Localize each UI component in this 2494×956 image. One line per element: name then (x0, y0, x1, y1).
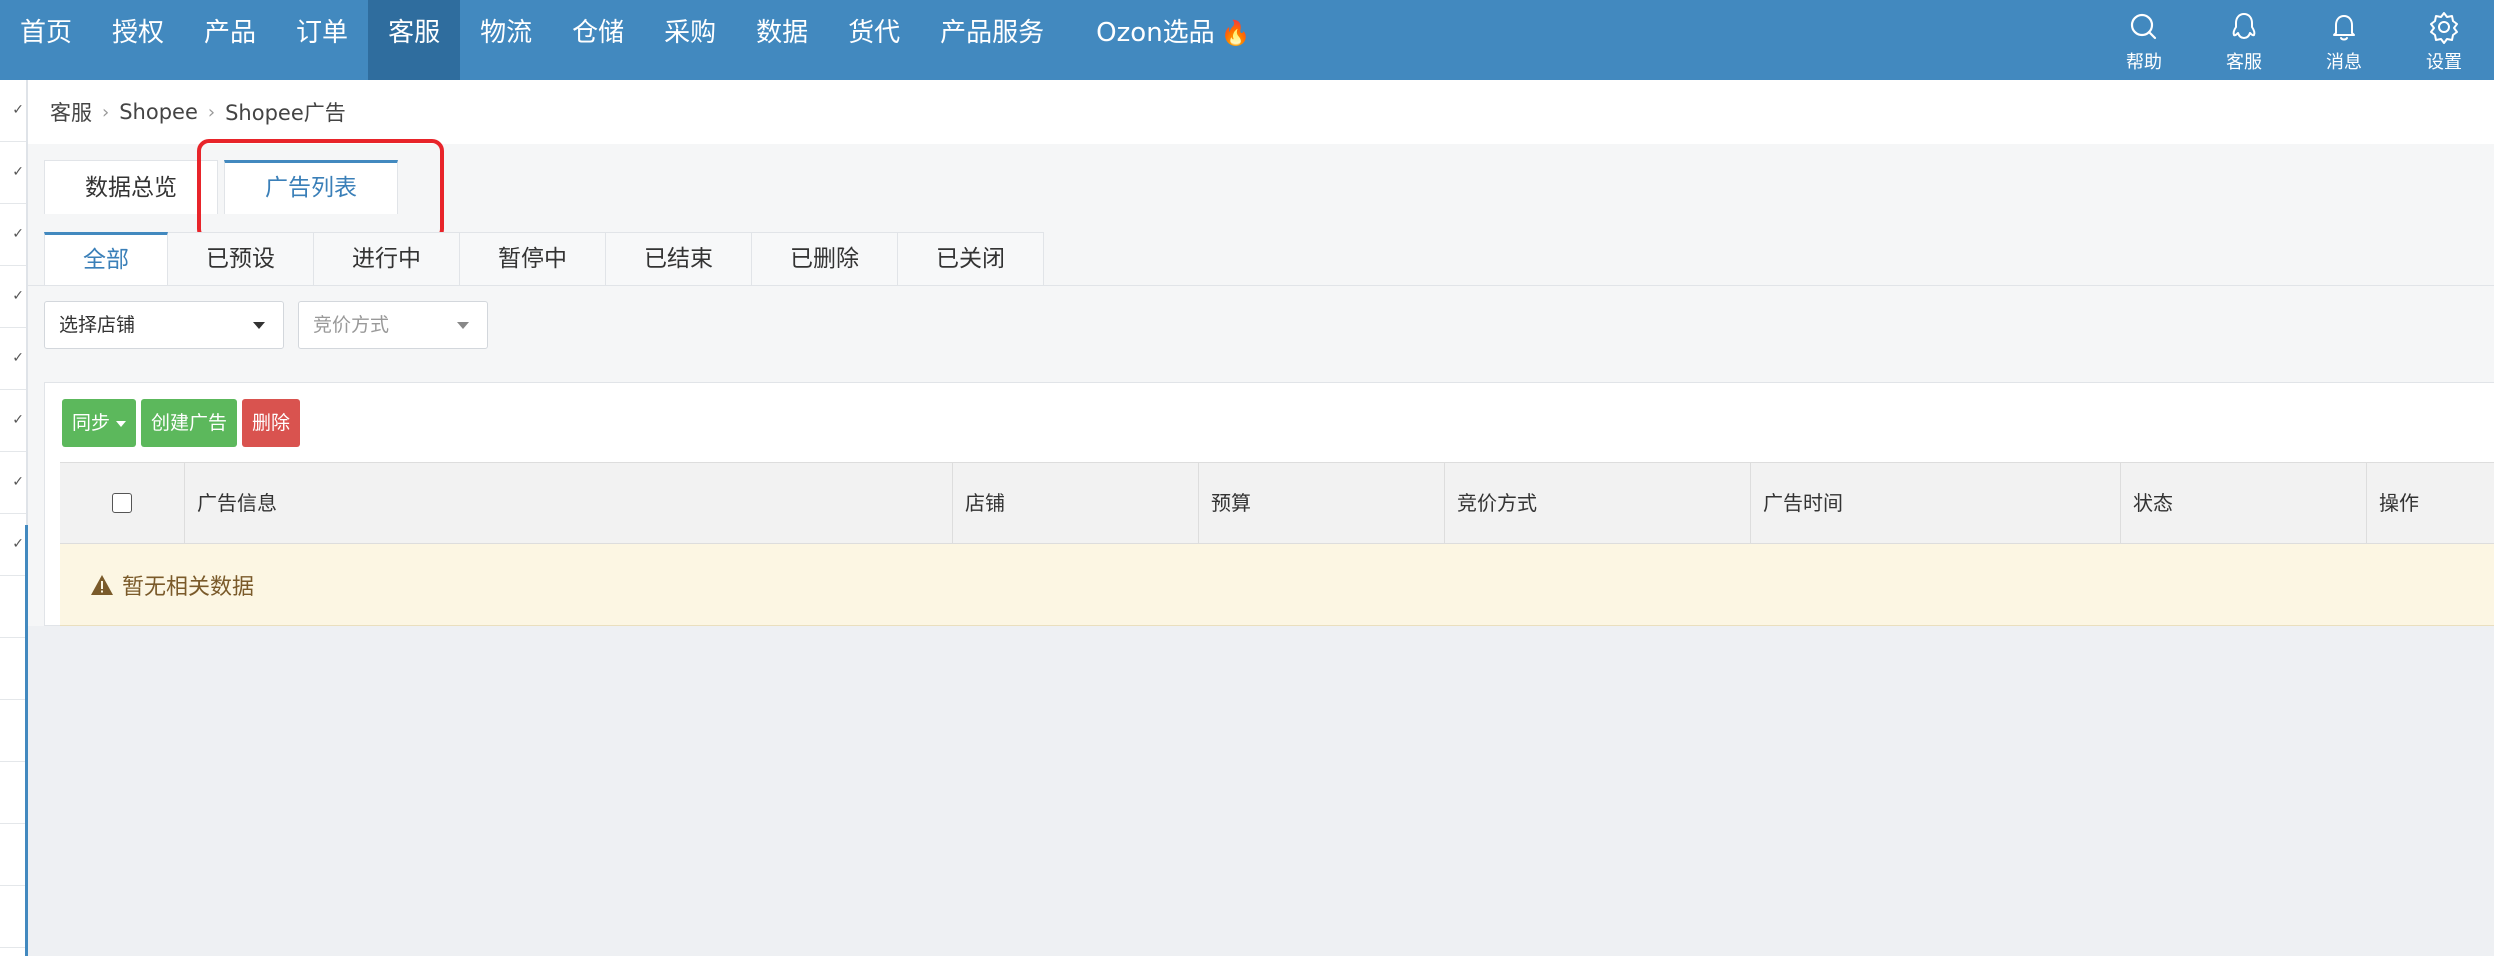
select-all-checkbox[interactable] (112, 493, 132, 513)
search-icon (2130, 13, 2157, 40)
sidebar-row[interactable] (0, 886, 26, 948)
main-menu: 首页 授权 产品 订单 客服 物流 仓储 采购 数据 货代 产品服务 Ozon选… (0, 0, 1271, 80)
nav-item-orders[interactable]: 订单 (276, 0, 368, 80)
top-navbar: 首页 授权 产品 订单 客服 物流 仓储 采购 数据 货代 产品服务 Ozon选… (0, 0, 2494, 80)
settings-button[interactable]: 设置 (2394, 0, 2494, 80)
nav-item-forwarding[interactable]: 货代 (828, 0, 920, 80)
tab-status-ongoing[interactable]: 进行中 (314, 232, 460, 286)
nav-item-auth[interactable]: 授权 (92, 0, 184, 80)
filter-bar: 选择店铺 竞价方式 (44, 301, 488, 349)
sidebar-row[interactable]: ✓ (0, 328, 26, 390)
nav-item-product-services[interactable]: 产品服务 (920, 0, 1064, 80)
sidebar-row[interactable]: ✓ (0, 204, 26, 266)
column-header-status: 状态 (2120, 463, 2366, 543)
sidebar-row[interactable] (0, 638, 26, 700)
chevron-icon: ✓ (12, 350, 24, 366)
tab-status-closed[interactable]: 已关闭 (898, 232, 1044, 286)
gear-icon (2430, 12, 2458, 44)
help-label: 帮助 (2126, 52, 2162, 73)
qq-icon (2232, 13, 2256, 39)
sidebar-row[interactable] (0, 824, 26, 886)
sidebar-row[interactable]: ✓ (0, 514, 26, 576)
messages-label: 消息 (2326, 52, 2362, 73)
customer-service-button[interactable]: 客服 (2194, 0, 2294, 80)
nav-item-customer-service[interactable]: 客服 (368, 0, 461, 80)
highlight-annotation (197, 139, 444, 241)
settings-label: 设置 (2426, 52, 2462, 73)
breadcrumb-item-current: Shopee广告 (225, 101, 346, 125)
tab-data-overview[interactable]: 数据总览 (44, 160, 218, 214)
chevron-icon: ✓ (12, 226, 24, 242)
nav-tools: 帮助 客服 消息 设置 (2094, 0, 2494, 80)
tab-status-preset[interactable]: 已预设 (168, 232, 314, 286)
tab-status-paused[interactable]: 暂停中 (460, 232, 606, 286)
flame-icon: 🔥 (1220, 19, 1251, 47)
column-header-bid-method: 竞价方式 (1444, 463, 1750, 543)
sync-button[interactable]: 同步 (62, 399, 137, 447)
sync-label: 同步 (72, 412, 111, 434)
sidebar-row[interactable] (0, 700, 26, 762)
chevron-icon: ✓ (12, 536, 24, 552)
chevron-icon: ✓ (12, 412, 24, 428)
caret-down-icon (116, 420, 127, 427)
nav-item-products[interactable]: 产品 (184, 0, 276, 80)
sidebar-row[interactable]: ✓ (0, 266, 26, 328)
caret-down-icon (253, 322, 265, 329)
content-background (28, 626, 2494, 956)
sidebar-row[interactable]: ✓ (0, 80, 26, 142)
store-select-value: 选择店铺 (59, 314, 136, 336)
sidebar-row[interactable]: ✓ (0, 142, 26, 204)
chevron-icon: ✓ (12, 102, 24, 118)
column-header-store: 店铺 (952, 463, 1198, 543)
nav-item-data[interactable]: 数据 (736, 0, 828, 80)
tab-status-deleted[interactable]: 已删除 (752, 232, 898, 286)
tab-status-ended[interactable]: 已结束 (606, 232, 752, 286)
customer-service-label: 客服 (2226, 52, 2262, 73)
action-toolbar: 同步 创建广告 删除 (62, 399, 301, 447)
nav-item-purchasing[interactable]: 采购 (644, 0, 736, 80)
chevron-icon: ✓ (12, 474, 24, 490)
status-tabs: 全部 已预设 进行中 暂停中 已结束 已删除 已关闭 (44, 232, 1044, 286)
empty-state-row: 暂无相关数据 (60, 544, 2494, 626)
sidebar-row[interactable]: ✓ (0, 452, 26, 514)
left-sidebar-collapsed: ✓ ✓ ✓ ✓ ✓ ✓ ✓ ✓ (0, 80, 28, 956)
bid-method-placeholder: 竞价方式 (313, 314, 390, 336)
column-header-ad-time: 广告时间 (1750, 463, 2120, 543)
nav-item-ozon-label: Ozon选品 (1096, 18, 1215, 48)
breadcrumb-item[interactable]: Shopee (119, 100, 198, 124)
chevron-icon: ✓ (12, 288, 24, 304)
nav-item-warehouse[interactable]: 仓储 (552, 0, 644, 80)
sidebar-row[interactable] (0, 576, 26, 638)
chevron-right-icon: › (207, 101, 216, 123)
table-header: 广告信息 店铺 预算 竞价方式 广告时间 状态 操作 (60, 462, 2494, 544)
nav-item-ozon-selection[interactable]: Ozon选品 🔥 (1064, 0, 1270, 80)
tab-status-all[interactable]: 全部 (44, 232, 168, 286)
chevron-icon: ✓ (12, 164, 24, 180)
column-header-actions: 操作 (2366, 463, 2494, 543)
column-header-budget: 预算 (1198, 463, 1444, 543)
column-header-ad-info: 广告信息 (184, 463, 664, 543)
sidebar-row[interactable]: ✓ (0, 390, 26, 452)
bid-method-select[interactable]: 竞价方式 (298, 301, 488, 349)
messages-button[interactable]: 消息 (2294, 0, 2394, 80)
store-select[interactable]: 选择店铺 (44, 301, 284, 349)
warning-icon (91, 574, 113, 595)
bell-icon (2333, 15, 2355, 41)
breadcrumb: 客服 › Shopee › Shopee广告 (28, 80, 2494, 144)
breadcrumb-item[interactable]: 客服 (50, 97, 92, 127)
help-button[interactable]: 帮助 (2094, 0, 2194, 80)
nav-item-home[interactable]: 首页 (0, 0, 92, 80)
sidebar-row[interactable] (0, 762, 26, 824)
nav-item-logistics[interactable]: 物流 (460, 0, 552, 80)
chevron-right-icon: › (102, 101, 110, 123)
caret-down-icon (457, 322, 469, 329)
create-ad-button[interactable]: 创建广告 (141, 399, 238, 447)
delete-button[interactable]: 删除 (242, 399, 301, 447)
empty-state-text: 暂无相关数据 (122, 574, 255, 600)
